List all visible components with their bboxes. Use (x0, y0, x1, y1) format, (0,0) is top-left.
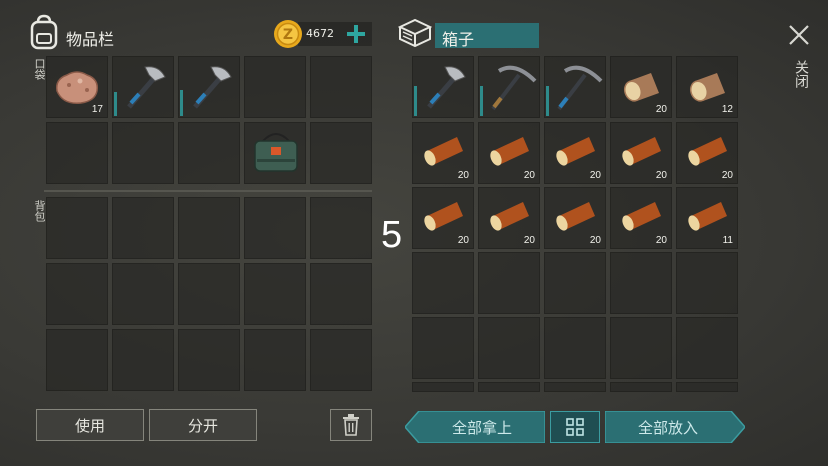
box-slot[interactable] (412, 252, 474, 314)
pocket-slot[interactable] (244, 56, 306, 118)
box-icon (397, 18, 433, 48)
box-slot[interactable] (610, 317, 672, 379)
take-all-button[interactable]: 全部拿上 (405, 411, 545, 443)
item-count: 20 (589, 235, 601, 246)
box-slot[interactable]: 20 (412, 122, 474, 184)
pocket-slot[interactable] (244, 122, 306, 184)
backpack-slot[interactable] (46, 263, 108, 325)
item-count: 20 (589, 170, 601, 181)
box-slot[interactable] (544, 317, 606, 379)
coin-icon: Z (273, 19, 303, 49)
item-count: 20 (523, 170, 535, 181)
box-slot[interactable] (478, 56, 540, 118)
box-slot[interactable]: 20 (610, 56, 672, 118)
pocket-slot[interactable] (178, 122, 240, 184)
item-count: 17 (91, 104, 103, 115)
backpack-icon (28, 14, 60, 50)
box-slot[interactable]: 20 (676, 122, 738, 184)
backpack-slot[interactable] (310, 197, 372, 259)
item-count: 20 (721, 170, 733, 181)
box-slot[interactable]: 20 (544, 122, 606, 184)
backpack-slot[interactable] (310, 263, 372, 325)
pocket-divider (44, 190, 372, 192)
pickaxe-icon (557, 65, 603, 111)
box-slot[interactable]: 20 (544, 187, 606, 249)
hatchet-icon (193, 66, 232, 109)
backpack-slot[interactable] (46, 329, 108, 391)
pocket-label: 口袋 (33, 58, 46, 80)
put-all-label: 全部放入 (637, 418, 698, 437)
box-slot[interactable] (676, 252, 738, 314)
grid-sort-icon (566, 418, 584, 436)
box-title: 箱子 (442, 30, 475, 49)
pocket-slot[interactable] (112, 56, 174, 118)
backpack-slot[interactable] (178, 263, 240, 325)
box-slot[interactable]: 20 (478, 122, 540, 184)
backpack-slot[interactable] (112, 197, 174, 259)
box-slot[interactable]: 20 (610, 122, 672, 184)
close-button[interactable]: 关闭 (786, 22, 812, 98)
backpack-slot[interactable] (244, 263, 306, 325)
item-count: 20 (457, 235, 469, 246)
box-slot[interactable]: 20 (412, 187, 474, 249)
backpack-slot[interactable] (244, 329, 306, 391)
box-slot[interactable]: 20 (610, 187, 672, 249)
pocket-slot[interactable] (112, 122, 174, 184)
sort-button[interactable] (550, 411, 600, 443)
pocket-slot[interactable] (310, 56, 372, 118)
hatchet-icon (127, 66, 166, 109)
item-count: 12 (721, 104, 733, 115)
item-count: 20 (655, 104, 667, 115)
backpack-slot[interactable] (310, 329, 372, 391)
close-icon (789, 25, 809, 45)
box-slot[interactable]: 20 (478, 187, 540, 249)
pocket-slot[interactable] (310, 122, 372, 184)
split-button[interactable]: 分开 (149, 409, 257, 441)
take-all-label: 全部拿上 (451, 418, 512, 437)
box-slot[interactable] (412, 56, 474, 118)
item-count: 20 (457, 170, 469, 181)
trash-icon (343, 414, 359, 436)
box-slot[interactable] (412, 382, 474, 392)
backpack-slot[interactable] (178, 197, 240, 259)
pickaxe-icon (491, 65, 537, 111)
duffel-bag-icon (254, 133, 298, 172)
box-slot[interactable] (610, 252, 672, 314)
box-slot[interactable] (676, 317, 738, 379)
hatchet-icon (427, 66, 466, 109)
box-slot[interactable]: 12 (676, 56, 738, 118)
backpack-slot[interactable] (244, 197, 306, 259)
close-label: 关闭 (793, 60, 809, 88)
box-slot[interactable] (478, 252, 540, 314)
box-slot[interactable] (544, 382, 606, 392)
box-slot[interactable] (544, 252, 606, 314)
item-count: 11 (722, 235, 733, 246)
box-slot[interactable]: 11 (676, 187, 738, 249)
svg-text:Z: Z (283, 27, 293, 43)
box-slot[interactable] (544, 56, 606, 118)
backpack-slot[interactable] (46, 197, 108, 259)
box-slot[interactable] (412, 317, 474, 379)
item-count: 20 (523, 235, 535, 246)
pocket-slot[interactable] (46, 122, 108, 184)
trash-button[interactable] (330, 409, 372, 441)
box-slot[interactable] (676, 382, 738, 392)
overlay-number: 5 (381, 214, 403, 256)
item-count: 20 (655, 170, 667, 181)
coin-count: 4672 (306, 27, 334, 40)
add-coins-button[interactable] (346, 24, 366, 44)
pocket-slot[interactable] (178, 56, 240, 118)
box-slot[interactable] (610, 382, 672, 392)
box-slot[interactable] (478, 317, 540, 379)
backpack-slot[interactable] (178, 329, 240, 391)
box-slot[interactable] (478, 382, 540, 392)
put-all-button[interactable]: 全部放入 (605, 411, 745, 443)
backpack-slot[interactable] (112, 263, 174, 325)
backpack-slot[interactable] (112, 329, 174, 391)
pocket-slot[interactable]: 17 (46, 56, 108, 118)
inventory-title: 物品栏 (66, 30, 115, 49)
backpack-label: 背包 (33, 200, 46, 222)
item-count: 20 (655, 235, 667, 246)
use-button[interactable]: 使用 (36, 409, 144, 441)
